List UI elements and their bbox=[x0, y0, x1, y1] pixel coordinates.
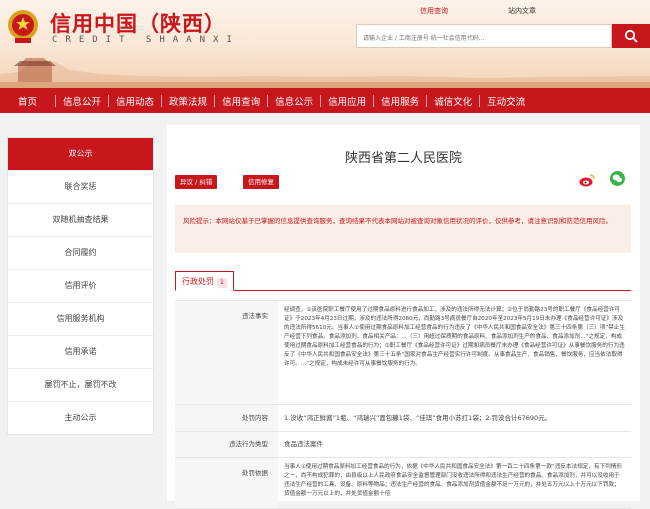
site-title: 信用中国（陕西） bbox=[50, 12, 226, 36]
nav-item-credit-application[interactable]: 信用应用 bbox=[321, 94, 373, 108]
search-icon bbox=[624, 29, 638, 43]
site-articles-link[interactable]: 站内文章 bbox=[508, 6, 536, 16]
nav-item-credit-service[interactable]: 信用服务 bbox=[374, 94, 426, 108]
row-value: 1.没收“鸿正鲜酱”1瓶、“鸿瑞兴”面包糠1袋、“佳琪”食用小苏打1袋；2.罚没… bbox=[284, 414, 552, 422]
credit-repair-button[interactable]: 信用修复 bbox=[243, 175, 279, 189]
sidebar-item-credit-evaluation[interactable]: 信用评价 bbox=[8, 270, 153, 303]
nav-item-info-publicity[interactable]: 信息公示 bbox=[268, 94, 320, 108]
table-row: 违法行为类型 食品违法案件 bbox=[175, 432, 631, 458]
row-value: 食品违法案件 bbox=[284, 440, 323, 448]
table-row: 违法事实 经调查，①该医院职工餐厅使用了过期食品原料进行食品加工，涉及的违法所得… bbox=[175, 301, 631, 405]
row-label: 违法事实 bbox=[175, 301, 278, 404]
sidebar-item-double-publicity[interactable]: 双公示 bbox=[8, 138, 153, 171]
row-value: 经调查，①该医院职工餐厅使用了过期食品原料进行食品加工，涉及的违法所得无法计算；… bbox=[284, 307, 625, 367]
nav-item-integrity-culture[interactable]: 诚信文化 bbox=[427, 94, 479, 108]
nav-item-policies[interactable]: 政策法规 bbox=[162, 94, 214, 108]
sidebar-item-credit-commitment[interactable]: 信用承诺 bbox=[8, 336, 153, 369]
risk-warning: 风险提示：本网站仅基于已掌握的信息提供查询服务，查询结果不代表本网站对被查询对象… bbox=[175, 205, 631, 253]
tab-bar: 行政处罚 1 bbox=[175, 270, 631, 291]
tab-administrative-penalty[interactable]: 行政处罚 1 bbox=[175, 271, 234, 291]
national-emblem-icon bbox=[8, 10, 38, 43]
nav-item-interaction[interactable]: 互动交流 bbox=[480, 94, 532, 108]
row-label: 违法行为类型 bbox=[175, 432, 278, 457]
row-label: 处罚内容 bbox=[175, 405, 278, 431]
credit-query-link[interactable]: 信用查询 bbox=[420, 6, 448, 16]
nav-item-credit-news[interactable]: 信用动态 bbox=[109, 94, 161, 108]
table-row: 处罚依据 当事人①使用过期食品原料加工经营食品的行为，依据《中华人民共和国食品安… bbox=[175, 458, 631, 509]
nav-item-home[interactable]: 首页 bbox=[0, 94, 55, 108]
city-wall-skyline-image bbox=[0, 58, 650, 88]
search-box bbox=[356, 24, 612, 50]
sidebar-item-joint-rewards[interactable]: 联合奖惩 bbox=[8, 171, 153, 204]
wechat-icon[interactable] bbox=[610, 171, 625, 186]
site-header: 信用中国（陕西） CREDIT SHAANXI 信用查询 站内文章 bbox=[0, 0, 650, 88]
nav-item-info-disclosure[interactable]: 信息公开 bbox=[56, 94, 108, 108]
objection-button[interactable]: 异议 / 纠错 bbox=[175, 175, 218, 189]
tab-count-badge: 1 bbox=[217, 278, 227, 288]
detail-panel: 陕西省第二人民医院 异议 / 纠错 信用修复 风险提示：本网站仅基于已掌握的信息… bbox=[167, 125, 640, 509]
weibo-icon[interactable] bbox=[579, 172, 595, 188]
search-button[interactable] bbox=[612, 24, 650, 48]
sidebar: 双公示 联合奖惩 双随机抽查结果 合同履约 信用评价 信用服务机构 信用承诺 屡… bbox=[7, 137, 154, 435]
sidebar-item-service-agencies[interactable]: 信用服务机构 bbox=[8, 303, 153, 336]
sidebar-item-repeat-offenders[interactable]: 屡罚不止，屡罚不改 bbox=[8, 369, 153, 402]
wechat-glyph-icon bbox=[612, 174, 622, 183]
penalty-detail-table: 违法事实 经调查，①该医院职工餐厅使用了过期食品原料进行食品加工，涉及的违法所得… bbox=[175, 300, 631, 509]
nav-item-credit-query[interactable]: 信用查询 bbox=[215, 94, 267, 108]
page-title: 陕西省第二人民医院 bbox=[344, 151, 462, 166]
main-nav: 首页 信息公开 信用动态 政策法规 信用查询 信息公示 信用应用 信用服务 诚信… bbox=[0, 88, 650, 113]
sidebar-item-active-publicity[interactable]: 主动公示 bbox=[8, 402, 153, 434]
tab-label: 行政处罚 bbox=[182, 277, 214, 286]
search-input[interactable] bbox=[357, 27, 609, 50]
table-row: 处罚内容 1.没收“鸿正鲜酱”1瓶、“鸿瑞兴”面包糠1袋、“佳琪”食用小苏打1袋… bbox=[175, 405, 631, 432]
site-subtitle: CREDIT SHAANXI bbox=[52, 35, 240, 45]
sidebar-item-random-inspection[interactable]: 双随机抽查结果 bbox=[8, 204, 153, 237]
sidebar-item-contract[interactable]: 合同履约 bbox=[8, 237, 153, 270]
